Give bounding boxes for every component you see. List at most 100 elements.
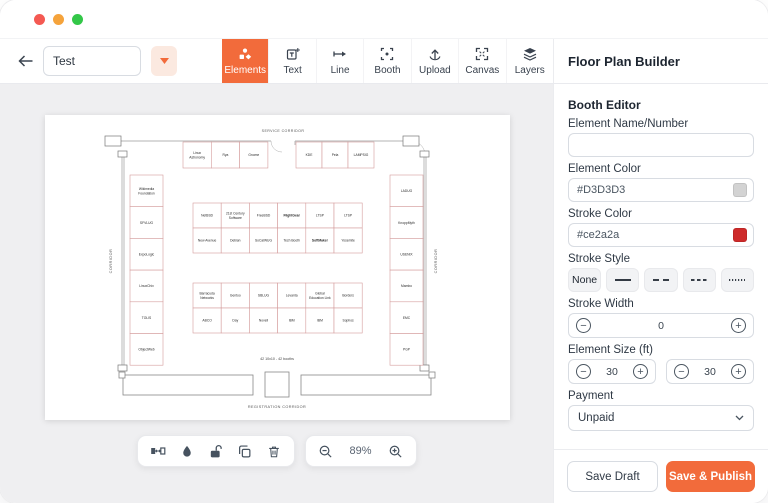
- canvas-area[interactable]: LinuxAstronomyRyaGnome KDEPelaLAMPSIG Wiki…: [0, 84, 553, 503]
- svg-text:Novell: Novell: [259, 319, 268, 323]
- booth[interactable]: Debian: [221, 228, 249, 253]
- booth[interactable]: LAMPSIG: [348, 142, 374, 168]
- booth[interactable]: EMC: [390, 302, 423, 334]
- window-minimize-button[interactable]: [53, 14, 64, 25]
- booth[interactable]: KDE: [296, 142, 322, 168]
- svg-text:Sophos: Sophos: [343, 319, 355, 323]
- zoom-in-button[interactable]: [388, 443, 404, 459]
- arrow-left-icon: [18, 55, 33, 67]
- booth[interactable]: Novell: [249, 308, 277, 333]
- booth[interactable]: SoCalWUG: [249, 228, 277, 253]
- booth[interactable]: GlobalEducation Link: [306, 283, 334, 308]
- stroke-width-increase-button[interactable]: +: [731, 318, 746, 333]
- duplicate-button[interactable]: [237, 443, 253, 459]
- svg-text:ObjectWeb: ObjectWeb: [138, 348, 154, 352]
- unlock-button[interactable]: [208, 443, 224, 459]
- tab-canvas[interactable]: Canvas: [458, 39, 505, 83]
- element-height-decrease-button[interactable]: −: [674, 364, 689, 379]
- sidebar-title: Floor Plan Builder: [553, 39, 768, 83]
- stroke-style-solid-button[interactable]: [606, 268, 639, 292]
- tab-booth[interactable]: Booth: [363, 39, 410, 83]
- booth[interactable]: NetBSD: [193, 203, 221, 228]
- tab-layers[interactable]: Layers: [506, 39, 553, 83]
- booth-count-note: 42 10x10 - 42 booths: [260, 357, 294, 361]
- save-draft-button[interactable]: Save Draft: [567, 461, 658, 492]
- trash-icon: [267, 444, 281, 459]
- svg-text:ABCO: ABCO: [202, 319, 212, 323]
- booth[interactable]: SBLUG: [249, 283, 277, 308]
- booth[interactable]: Tech Booth: [278, 228, 306, 253]
- flip-horizontal-button[interactable]: [150, 443, 166, 459]
- stroke-color-swatch[interactable]: [733, 228, 747, 242]
- delete-button[interactable]: [266, 443, 282, 459]
- booth[interactable]: LADUG: [390, 175, 423, 207]
- upload-icon: [428, 47, 442, 61]
- window-zoom-button[interactable]: [72, 14, 83, 25]
- booth[interactable]: LinuxChix: [130, 270, 163, 302]
- booth[interactable]: WikimediaFoundation: [130, 175, 163, 207]
- element-width-decrease-button[interactable]: −: [576, 364, 591, 379]
- booth[interactable]: KnoppMyth: [390, 207, 423, 239]
- booth[interactable]: PGP: [390, 334, 423, 366]
- booth[interactable]: Rya: [211, 142, 239, 168]
- booth[interactable]: Yosemite: [334, 228, 362, 253]
- stroke-style-none-button[interactable]: None: [568, 268, 601, 292]
- tab-upload[interactable]: Upload: [411, 39, 458, 83]
- booth[interactable]: IBM: [278, 308, 306, 333]
- stroke-style-dash-short-button[interactable]: [683, 268, 716, 292]
- stroke-color-input[interactable]: #ce2a2a: [568, 223, 754, 247]
- fill-color-button[interactable]: [179, 443, 195, 459]
- booth[interactable]: LinuxAstronomy: [183, 142, 211, 168]
- booth[interactable]: IBM: [306, 308, 334, 333]
- payment-select[interactable]: Unpaid: [568, 405, 754, 431]
- plan-name-input[interactable]: [43, 46, 141, 76]
- booth[interactable]: FlightGear: [278, 203, 306, 228]
- booth[interactable]: FreeBSD: [249, 203, 277, 228]
- tab-elements[interactable]: Elements: [222, 39, 268, 83]
- booth[interactable]: ExpoLogic: [130, 238, 163, 270]
- tab-label: Line: [331, 65, 350, 76]
- booth[interactable]: LTSP: [334, 203, 362, 228]
- booth[interactable]: 21st CenturySoftware: [221, 203, 249, 228]
- tab-line[interactable]: Line: [316, 39, 363, 83]
- back-button[interactable]: [18, 55, 33, 67]
- element-color-swatch[interactable]: [733, 183, 747, 197]
- booth[interactable]: Borders: [334, 283, 362, 308]
- stroke-width-decrease-button[interactable]: −: [576, 318, 591, 333]
- save-publish-button[interactable]: Save & Publish: [666, 461, 755, 492]
- booth[interactable]: Mambo: [390, 270, 423, 302]
- booth[interactable]: Levanta: [278, 283, 306, 308]
- booth[interactable]: ObjectWeb: [130, 334, 163, 366]
- element-size-label: Element Size (ft): [568, 344, 754, 356]
- text-icon: [286, 47, 300, 61]
- tab-text[interactable]: Text: [268, 39, 315, 83]
- booth[interactable]: TOLIS: [130, 302, 163, 334]
- booth[interactable]: Gentoo: [221, 283, 249, 308]
- booth[interactable]: ABCO: [193, 308, 221, 333]
- booth[interactable]: Sophos: [334, 308, 362, 333]
- zoom-out-button[interactable]: [318, 443, 334, 459]
- floor-plan-sheet[interactable]: LinuxAstronomyRyaGnome KDEPelaLAMPSIG Wiki…: [45, 115, 510, 420]
- element-height-increase-button[interactable]: +: [731, 364, 746, 379]
- booth[interactable]: Gnome: [240, 142, 268, 168]
- booth[interactable]: BarracudaNetworks: [193, 283, 221, 308]
- element-color-input[interactable]: #D3D3D3: [568, 178, 754, 202]
- booth[interactable]: New Avenue: [193, 228, 221, 253]
- booth[interactable]: LTSP: [306, 203, 334, 228]
- booth[interactable]: Pela: [322, 142, 348, 168]
- window-close-button[interactable]: [34, 14, 45, 25]
- element-name-input[interactable]: [568, 133, 754, 157]
- svg-text:LTSP: LTSP: [316, 214, 325, 218]
- stroke-style-dotted-button[interactable]: [721, 268, 754, 292]
- element-width-increase-button[interactable]: +: [633, 364, 648, 379]
- booth[interactable]: SoftMaker: [306, 228, 334, 253]
- svg-text:LinuxChix: LinuxChix: [139, 284, 154, 288]
- line-icon: [333, 47, 347, 61]
- element-color-label: Element Color: [568, 163, 754, 175]
- booth[interactable]: SFVLUG: [130, 207, 163, 239]
- elements-icon: [238, 47, 252, 61]
- booth[interactable]: USENIX: [390, 238, 423, 270]
- booth[interactable]: Day: [221, 308, 249, 333]
- stroke-style-dash-long-button[interactable]: [644, 268, 677, 292]
- plan-dropdown-button[interactable]: [151, 46, 177, 76]
